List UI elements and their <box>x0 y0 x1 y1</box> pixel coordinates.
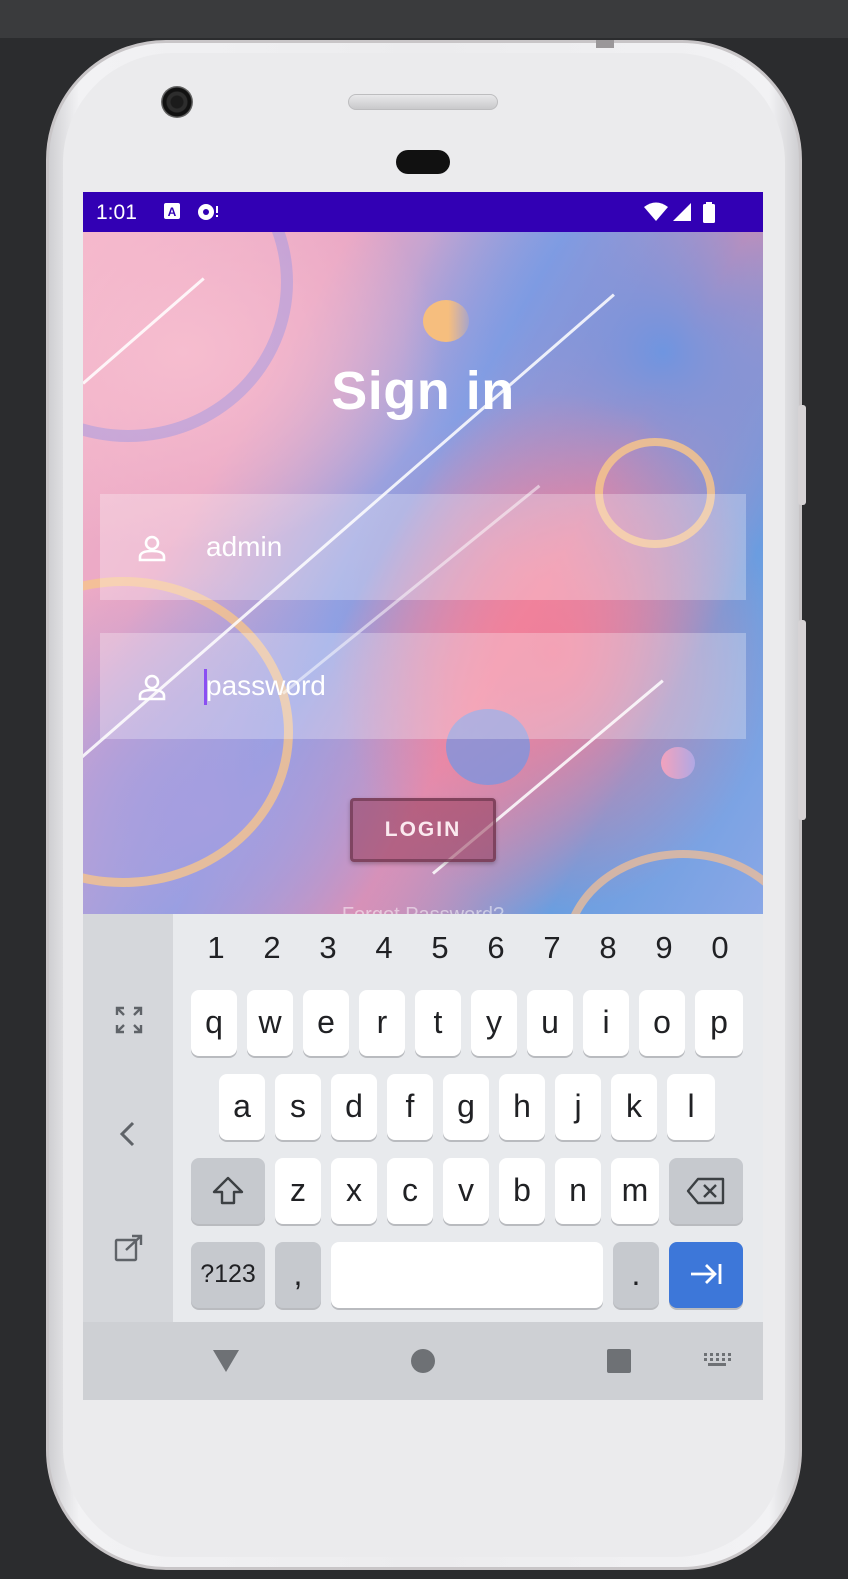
a-icon: A <box>164 203 180 219</box>
key-t[interactable]: t <box>415 990 461 1056</box>
key-5[interactable]: 5 <box>415 930 465 966</box>
key-q[interactable]: q <box>191 990 237 1056</box>
backspace-key[interactable] <box>669 1158 743 1224</box>
decor-dot-orange <box>423 300 469 342</box>
number-row: 1 2 3 4 5 6 7 8 9 0 <box>185 930 761 970</box>
home-circle-icon[interactable] <box>410 1348 436 1374</box>
key-f[interactable]: f <box>387 1074 433 1140</box>
signal-icon <box>673 203 691 221</box>
device-screen: 1:01 A Sign in admin password LOGIN 1 2 … <box>83 192 763 1400</box>
key-c[interactable]: c <box>387 1158 433 1224</box>
keyboard-side-panel <box>83 914 173 1322</box>
back-arrow-icon[interactable] <box>113 1118 145 1150</box>
key-7[interactable]: 7 <box>527 930 577 966</box>
space-key[interactable] <box>331 1242 603 1308</box>
key-z[interactable]: z <box>275 1158 321 1224</box>
proximity-sensor <box>396 150 450 174</box>
key-l[interactable]: l <box>667 1074 715 1140</box>
login-button[interactable]: LOGIN <box>350 798 496 862</box>
key-9[interactable]: 9 <box>639 930 689 966</box>
key-u[interactable]: u <box>527 990 573 1056</box>
key-a[interactable]: a <box>219 1074 265 1140</box>
key-e[interactable]: e <box>303 990 349 1056</box>
back-triangle-icon[interactable] <box>211 1348 241 1374</box>
soft-keyboard: 1 2 3 4 5 6 7 8 9 0 q w e r t y u i o p … <box>83 914 763 1322</box>
shift-icon <box>212 1176 244 1205</box>
navigation-bar <box>83 1322 763 1400</box>
decor-dot-pink <box>661 747 695 779</box>
key-w[interactable]: w <box>247 990 293 1056</box>
symbols-key[interactable]: ?123 <box>191 1242 265 1308</box>
key-p[interactable]: p <box>695 990 743 1056</box>
person-icon <box>138 674 166 701</box>
volume-button <box>798 620 806 820</box>
status-time: 1:01 <box>96 201 137 224</box>
popout-icon[interactable] <box>113 1232 145 1264</box>
front-camera <box>161 86 193 118</box>
recents-square-icon[interactable] <box>606 1348 632 1374</box>
battery-icon <box>703 202 715 223</box>
key-m[interactable]: m <box>611 1158 659 1224</box>
key-2[interactable]: 2 <box>247 930 297 966</box>
key-g[interactable]: g <box>443 1074 489 1140</box>
shift-key[interactable] <box>191 1158 265 1224</box>
key-4[interactable]: 4 <box>359 930 409 966</box>
username-value: admin <box>206 531 283 562</box>
person-icon <box>138 535 166 562</box>
key-v[interactable]: v <box>443 1158 489 1224</box>
fullscreen-icon[interactable] <box>113 1004 145 1036</box>
top-strip <box>0 0 848 38</box>
key-s[interactable]: s <box>275 1074 321 1140</box>
username-field[interactable]: admin <box>100 494 746 600</box>
power-button <box>798 405 806 505</box>
backspace-icon <box>686 1177 725 1205</box>
key-o[interactable]: o <box>639 990 685 1056</box>
login-screen: Sign in admin password LOGIN Forgot Pass… <box>83 232 763 914</box>
svg-text:A: A <box>168 205 177 219</box>
password-field[interactable]: password <box>100 633 746 739</box>
key-n[interactable]: n <box>555 1158 601 1224</box>
key-h[interactable]: h <box>499 1074 545 1140</box>
key-i[interactable]: i <box>583 990 629 1056</box>
next-key[interactable] <box>669 1242 743 1308</box>
key-b[interactable]: b <box>499 1158 545 1224</box>
notification-icon <box>198 204 218 220</box>
key-3[interactable]: 3 <box>303 930 353 966</box>
key-0[interactable]: 0 <box>695 930 745 966</box>
forgot-password-link[interactable]: Forgot Password? <box>83 904 763 914</box>
key-y[interactable]: y <box>471 990 517 1056</box>
keyboard-switch-icon[interactable] <box>703 1352 731 1368</box>
earpiece-speaker <box>348 94 498 110</box>
wifi-icon <box>644 202 668 221</box>
key-j[interactable]: j <box>555 1074 601 1140</box>
key-r[interactable]: r <box>359 990 405 1056</box>
key-1[interactable]: 1 <box>191 930 241 966</box>
comma-key[interactable]: , <box>275 1242 321 1308</box>
period-key[interactable]: . <box>613 1242 659 1308</box>
key-8[interactable]: 8 <box>583 930 633 966</box>
status-bar: 1:01 A <box>83 192 763 232</box>
key-d[interactable]: d <box>331 1074 377 1140</box>
key-6[interactable]: 6 <box>471 930 521 966</box>
page-title: Sign in <box>331 361 515 421</box>
top-button <box>596 40 614 48</box>
key-k[interactable]: k <box>611 1074 657 1140</box>
password-placeholder: password <box>206 670 326 701</box>
tab-next-icon <box>691 1264 722 1284</box>
key-x[interactable]: x <box>331 1158 377 1224</box>
